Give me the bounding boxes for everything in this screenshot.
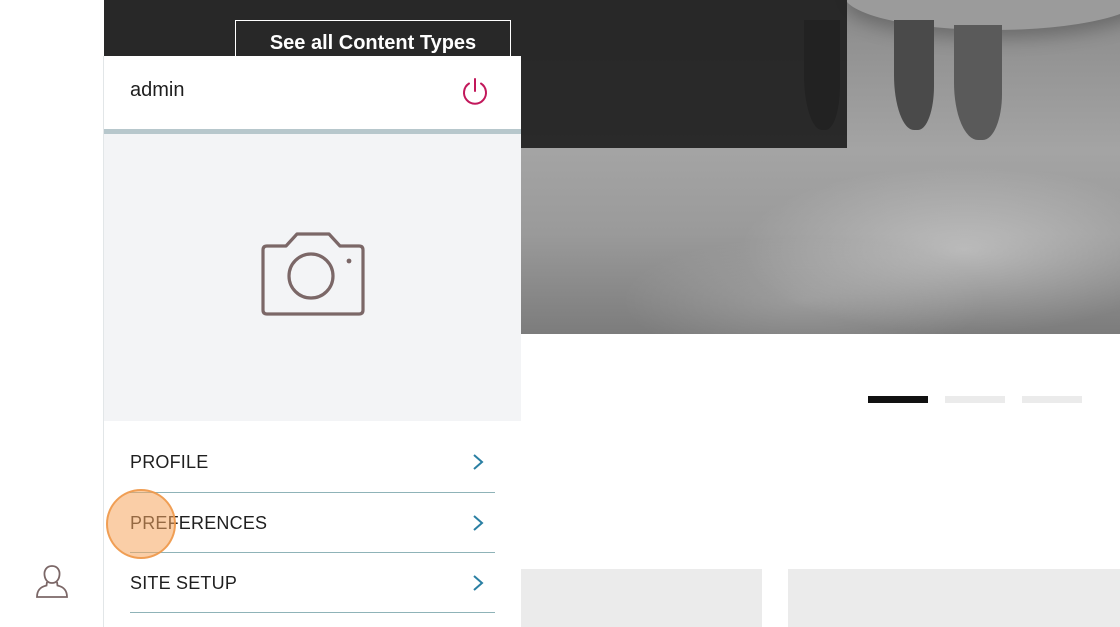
menu-item-site-setup[interactable]: SITE SETUP — [130, 553, 495, 613]
username: admin — [130, 79, 185, 101]
left-rail — [0, 0, 104, 627]
camera-icon — [261, 232, 365, 316]
menu-item-label: SITE SETUP — [130, 572, 238, 593]
hero-image-detail — [954, 25, 1002, 140]
user-panel-header: admin — [104, 56, 521, 134]
user-panel: admin PROFILE PREFERENCES SITE SETUP — [104, 56, 521, 627]
hero-image-detail — [894, 20, 934, 130]
menu-item-label: PREFERENCES — [130, 512, 268, 533]
menu-item-label: PROFILE — [130, 452, 209, 472]
chevron-right-icon — [473, 454, 484, 470]
chevron-right-icon — [473, 574, 484, 591]
content-card[interactable] — [521, 569, 762, 627]
content-card[interactable] — [788, 569, 1120, 627]
user-menu: PROFILE PREFERENCES SITE SETUP — [130, 432, 495, 613]
user-icon[interactable] — [34, 563, 70, 601]
chevron-right-icon — [473, 514, 484, 531]
power-icon[interactable] — [460, 76, 490, 108]
carousel-dot-3[interactable] — [1022, 396, 1082, 403]
carousel-dot-1[interactable] — [868, 396, 928, 403]
menu-item-profile[interactable]: PROFILE — [130, 432, 495, 493]
menu-item-preferences[interactable]: PREFERENCES — [130, 493, 495, 553]
profile-photo-placeholder[interactable] — [104, 134, 521, 421]
carousel-dot-2[interactable] — [945, 396, 1005, 403]
